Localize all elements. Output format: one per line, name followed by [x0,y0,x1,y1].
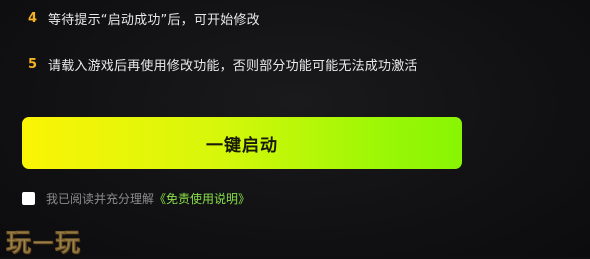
disclaimer-link[interactable]: 《免责使用说明》 [154,190,250,207]
instruction-step-4: 4 等待提示“启动成功”后，可开始修改 [28,9,260,28]
instruction-step-5: 5 请载入游戏后再使用修改功能，否则部分功能可能无法成功激活 [28,55,418,74]
site-watermark-logo: 玩 一 玩 [6,223,81,259]
one-click-launch-button[interactable]: 一键启动 [22,117,462,169]
step-number: 4 [28,11,38,26]
launch-button-label: 一键启动 [206,135,278,156]
launcher-panel: 4 等待提示“启动成功”后，可开始修改 5 请载入游戏后再使用修改功能，否则部分… [0,0,590,257]
agreement-text: 我已阅读并充分理解 [46,192,155,206]
step-text: 请载入游戏后再使用修改功能，否则部分功能可能无法成功激活 [48,59,418,74]
watermark-char-left: 玩 [6,228,33,258]
agreement-row: 我已阅读并充分理解 《免责使用说明》 [22,190,250,207]
watermark-char-right: 玩 [55,228,82,258]
watermark-dash: 一 [33,230,55,255]
step-text: 等待提示“启动成功”后，可开始修改 [48,13,260,28]
agreement-checkbox[interactable] [22,192,35,205]
step-number: 5 [28,57,38,72]
